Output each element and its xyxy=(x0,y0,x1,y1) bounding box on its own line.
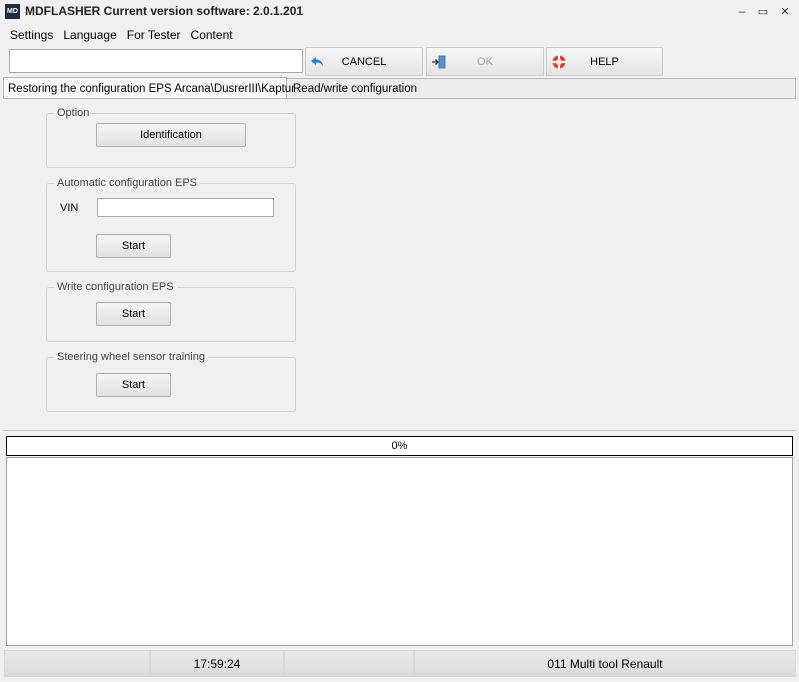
title-bar: MD MDFLASHER Current version software: 2… xyxy=(0,0,799,24)
menu-content[interactable]: Content xyxy=(186,25,238,45)
sensor-training-start-button[interactable]: Start xyxy=(96,373,171,397)
vin-input[interactable] xyxy=(97,198,274,217)
tab-read-write-configuration[interactable]: Read/write configuration xyxy=(286,78,796,99)
status-cell-1 xyxy=(4,650,150,677)
splitter[interactable] xyxy=(3,430,796,431)
status-cell-3 xyxy=(284,650,414,677)
command-input[interactable] xyxy=(9,49,303,73)
tab-label: Read/write configuration xyxy=(293,83,418,95)
menu-bar: Settings Language For Tester Content xyxy=(0,25,799,45)
option-group: Option Identification xyxy=(46,106,296,168)
tab-restoring-configuration[interactable]: Restoring the configuration EPS Arcana\D… xyxy=(3,77,295,99)
group-title: Write configuration EPS xyxy=(54,280,177,294)
ok-button[interactable]: OK xyxy=(426,47,544,76)
maximize-button[interactable]: ▭ xyxy=(753,2,773,20)
group-title: Steering wheel sensor training xyxy=(54,350,208,364)
status-bar: 17:59:24 011 Multi tool Renault xyxy=(4,650,796,677)
close-button[interactable]: ✕ xyxy=(775,2,795,20)
write-configuration-group: Write configuration EPS Start xyxy=(46,280,296,342)
identification-button[interactable]: Identification xyxy=(96,123,246,147)
sensor-training-group: Steering wheel sensor training Start xyxy=(46,350,296,412)
group-title: Automatic configuration EPS xyxy=(54,176,201,190)
automatic-configuration-group: Automatic configuration EPS VIN Start xyxy=(46,176,296,272)
help-label: HELP xyxy=(590,55,619,68)
help-button[interactable]: HELP xyxy=(546,47,663,76)
group-title: Option xyxy=(54,106,93,120)
vin-label: VIN xyxy=(60,202,79,214)
progress-bar: 0% xyxy=(6,436,793,456)
menu-settings[interactable]: Settings xyxy=(0,25,58,45)
window-title: MDFLASHER Current version software: 2.0.… xyxy=(25,4,304,18)
status-time: 17:59:24 xyxy=(150,650,284,677)
ok-label: OK xyxy=(477,55,493,68)
progress-label: 0% xyxy=(391,440,408,452)
minimize-button[interactable]: – xyxy=(732,2,752,20)
cancel-button[interactable]: CANCEL xyxy=(305,47,423,76)
menu-language[interactable]: Language xyxy=(58,25,121,45)
write-config-start-button[interactable]: Start xyxy=(96,302,171,326)
status-device: 011 Multi tool Renault xyxy=(414,650,796,677)
tab-label: Restoring the configuration EPS Arcana\D… xyxy=(8,83,296,95)
cancel-label: CANCEL xyxy=(341,55,387,68)
menu-for-tester[interactable]: For Tester xyxy=(122,25,186,45)
auto-config-start-button[interactable]: Start xyxy=(96,234,171,258)
log-output[interactable] xyxy=(6,457,793,646)
app-logo-icon: MD xyxy=(5,4,20,19)
